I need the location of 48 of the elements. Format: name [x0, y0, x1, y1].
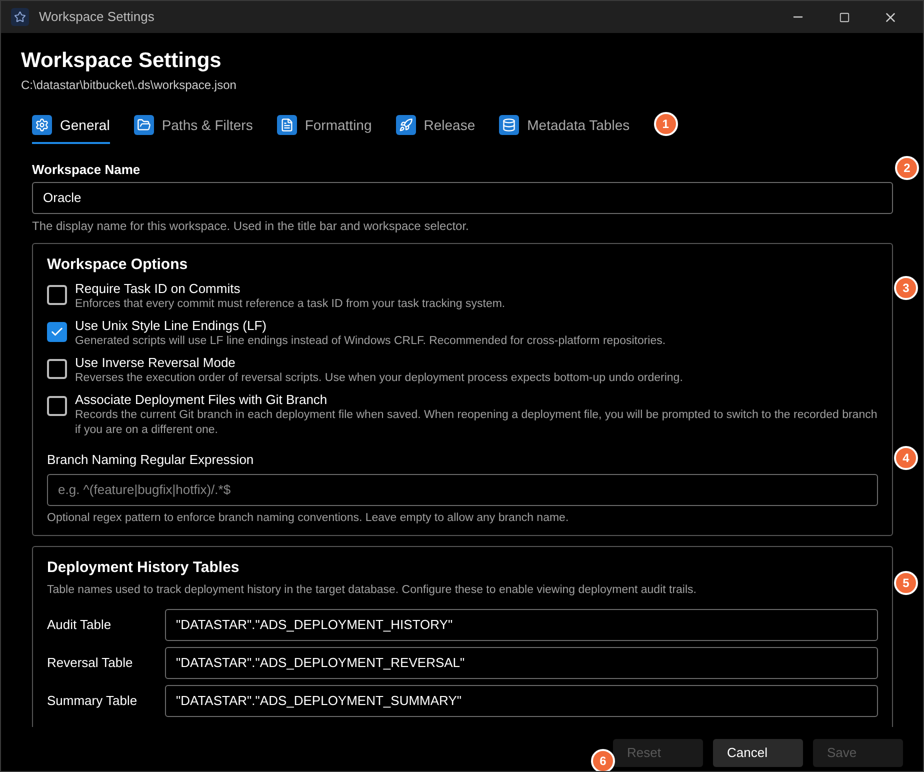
callout-marker: 6	[591, 748, 615, 771]
table-label: Audit Table	[47, 616, 112, 634]
option-label: Require Task ID on Commits	[75, 280, 242, 297]
tab[interactable]: Metadata Tables	[499, 110, 630, 144]
option-description: Enforces that every commit must reference a task ID from your task tracking system.	[75, 297, 506, 312]
tab[interactable]: Release	[396, 110, 476, 144]
field-label: Workspace Name	[32, 161, 142, 179]
checkbox[interactable]	[47, 322, 67, 342]
file-path: C:\datastar\bitbucket\.ds\workspace.json	[21, 77, 238, 94]
page-title: Workspace Settings	[21, 48, 222, 74]
rocket-icon	[396, 115, 416, 135]
help-text: Optional regex pattern to enforce branch naming conventions. Leave empty to allow any branch name.	[47, 510, 570, 526]
regex-field[interactable]: e.g. ^(feature|bugfix|hotfix)/.*$	[47, 474, 878, 506]
tab[interactable]: Formatting	[276, 110, 372, 144]
table-name-field[interactable]: "DATASTAR"."ADS_DEPLOYMENT_HISTORY"	[165, 608, 878, 640]
option-description: Generated scripts will use LF line endings instead of Windows CRLF. Recommended for cross-platform repositories.	[75, 334, 666, 349]
option-label: Use Inverse Reversal Mode	[75, 354, 236, 371]
option-label: Associate Deployment Files with Git Branch	[75, 391, 328, 408]
option-description: Reverses the execution order of reversal scripts. Use when your deployment process expects bottom-up undo ordering.	[75, 371, 683, 386]
callout-marker: 5	[894, 570, 918, 595]
folder-icon	[134, 115, 154, 135]
callout-marker: 3	[894, 276, 918, 300]
table-label: Reversal Table	[47, 654, 134, 672]
section-title: Deployment History Tables	[47, 558, 240, 578]
tab[interactable]: Paths & Filters	[134, 110, 253, 144]
maximize-icon	[838, 12, 850, 22]
callout-marker: 2	[895, 156, 919, 180]
document-icon	[276, 115, 297, 135]
callout-marker: 4	[894, 446, 918, 470]
window-title: Workspace Settings	[39, 8, 154, 26]
database-icon	[499, 115, 520, 135]
field-label: Branch Naming Regular Expression	[47, 451, 255, 469]
tab[interactable]: General	[32, 110, 110, 144]
dialog-button[interactable]: Cancel	[713, 738, 803, 766]
table-name-field[interactable]: "DATASTAR"."ADS_DEPLOYMENT_SUMMARY"	[165, 684, 878, 716]
section-title: Workspace Options	[47, 254, 189, 274]
help-text: The display name for this workspace. Used in the title bar and workspace selector.	[32, 218, 470, 234]
workspace-name-field[interactable]: Oracle	[32, 182, 893, 214]
table-label: Summary Table	[47, 692, 138, 710]
option-label: Use Unix Style Line Endings (LF)	[75, 317, 268, 334]
table-name-field[interactable]: "DATASTAR"."ADS_DEPLOYMENT_REVERSAL"	[165, 646, 878, 678]
checkbox[interactable]	[47, 285, 67, 305]
checkbox[interactable]	[47, 359, 67, 379]
section-description: Table names used to track deployment history in the target database. Configure these to enable viewing deployment audit trails.	[47, 583, 698, 598]
checkbox[interactable]	[47, 396, 67, 416]
callout-marker: 1	[654, 112, 678, 136]
gear-icon	[32, 115, 52, 135]
option-description: Records the current Git branch in each deployment file when saved. When reopening a deployment file, you will be prompted to switch to the recorded branch if you are on a different one.	[75, 408, 878, 438]
